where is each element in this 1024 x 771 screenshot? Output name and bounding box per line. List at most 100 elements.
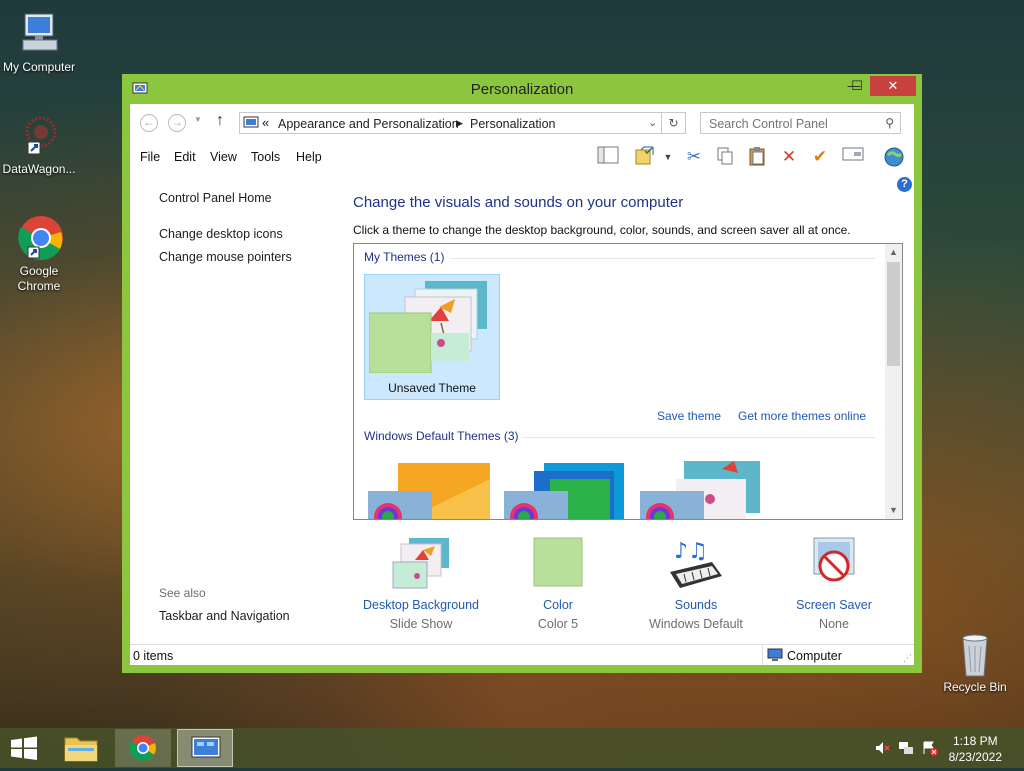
checkmark-icon[interactable]: ✔ (808, 146, 832, 168)
setting-label[interactable]: Color (493, 598, 623, 612)
breadcrumb-personalization[interactable]: Personalization (470, 117, 555, 131)
address-dropdown-icon[interactable]: ⌄ (648, 116, 657, 129)
desktop-icon-recycle-bin[interactable]: Recycle Bin (936, 630, 1014, 695)
up-button[interactable]: ↑ (216, 112, 224, 130)
windows-default-themes-header[interactable]: Windows Default Themes (3) (364, 429, 519, 443)
action-center-icon[interactable] (922, 740, 938, 759)
rename-icon[interactable] (841, 146, 865, 168)
menu-file[interactable]: File (140, 150, 160, 164)
menu-help[interactable]: Help (296, 150, 322, 164)
theme-unsaved[interactable]: Unsaved Theme (364, 274, 500, 400)
close-button[interactable]: ✕ (870, 76, 916, 96)
setting-value: Windows Default (649, 617, 743, 631)
sounds-icon: ♪♫ (664, 536, 728, 594)
clock-time: 1:18 PM (952, 734, 998, 748)
window-client: ← → ▼ ↑ « Appearance and Personalization… (130, 104, 914, 665)
status-divider (762, 645, 763, 665)
delete-icon[interactable]: ✕ (777, 146, 801, 168)
back-arrow-icon: ← (143, 115, 155, 129)
page-description: Click a theme to change the desktop back… (353, 223, 851, 237)
theme-list-scrollbar[interactable]: ▲ ▼ (885, 244, 902, 519)
save-theme-link[interactable]: Save theme (657, 409, 721, 423)
theme-flowers[interactable] (640, 459, 764, 519)
recycle-bin-icon (951, 630, 999, 678)
setting-label[interactable]: Sounds (631, 598, 761, 612)
menu-view[interactable]: View (210, 150, 237, 164)
address-row: ← → ▼ ↑ « Appearance and Personalization… (130, 104, 914, 142)
color-swatch-icon (526, 536, 590, 594)
setting-value: Color 5 (537, 617, 579, 631)
layout-pane-icon[interactable] (596, 146, 620, 168)
properties-dropdown-icon[interactable]: ▼ (656, 146, 680, 168)
left-pane: Control Panel Home Change desktop icons … (130, 170, 340, 645)
my-themes-header[interactable]: My Themes (1) (364, 250, 444, 264)
desktop-icon-google-chrome[interactable]: Google Chrome (0, 214, 78, 294)
menu-tools[interactable]: Tools (251, 150, 280, 164)
sounds-setting[interactable]: ♪♫ Sounds Windows Default (631, 536, 761, 631)
control-panel-home-link[interactable]: Control Panel Home (159, 191, 272, 205)
theme-label: Unsaved Theme (388, 381, 476, 395)
color-setting[interactable]: Color Color 5 (493, 536, 623, 631)
svg-text:♪♫: ♪♫ (674, 539, 708, 564)
search-box[interactable]: ⚲ (700, 112, 901, 134)
windows-logo-icon (11, 736, 37, 760)
globe-icon[interactable] (882, 146, 906, 168)
theme-thumbnail (640, 461, 760, 519)
change-mouse-pointers-link[interactable]: Change mouse pointers (159, 250, 292, 264)
theme-lines-and-colors[interactable] (504, 459, 628, 519)
refresh-icon: ↻ (668, 116, 679, 130)
desktop-background-setting[interactable]: Desktop Background Slide Show (356, 536, 486, 631)
setting-label[interactable]: Desktop Background (356, 598, 486, 612)
status-location: Computer (787, 649, 842, 663)
menu-edit[interactable]: Edit (174, 150, 196, 164)
screen-saver-setting[interactable]: Screen Saver None (769, 536, 899, 631)
copy-icon[interactable] (713, 146, 737, 168)
search-icon[interactable]: ⚲ (885, 116, 894, 130)
title-bar[interactable]: Personalization — ☐ ✕ (122, 74, 922, 104)
page-heading: Change the visuals and sounds on your co… (353, 194, 684, 211)
setting-label[interactable]: Screen Saver (769, 598, 899, 612)
start-button[interactable] (0, 728, 48, 768)
get-more-themes-link[interactable]: Get more themes online (738, 409, 866, 423)
scroll-thumb[interactable] (887, 262, 900, 366)
recent-locations-dropdown[interactable]: ▼ (194, 115, 202, 124)
forward-button[interactable]: → (168, 114, 186, 132)
taskbar-control-panel[interactable] (177, 729, 233, 767)
address-bar[interactable]: « Appearance and Personalization ▶ Perso… (239, 112, 662, 134)
desktop-icon-label: My Computer (2, 60, 76, 74)
chevron-down-icon: ▼ (194, 115, 202, 124)
properties-icon[interactable] (632, 146, 656, 168)
help-icon[interactable]: ? (897, 177, 912, 192)
folder-icon (64, 737, 98, 762)
desktop-icon-label: Recycle Bin (943, 680, 1007, 694)
desktop-icon-label: Google Chrome (17, 264, 61, 293)
back-button[interactable]: ← (140, 114, 158, 132)
search-input[interactable] (707, 115, 876, 133)
computer-icon (15, 10, 63, 58)
network-icon[interactable] (898, 740, 914, 759)
chrome-icon (129, 735, 156, 761)
volume-muted-icon[interactable] (874, 740, 890, 759)
theme-windows[interactable] (368, 459, 492, 519)
chrome-icon (15, 214, 63, 262)
clock[interactable]: 1:18 PM 8/23/2022 (949, 733, 1002, 765)
desktop-icon-my-computer[interactable]: My Computer (0, 10, 78, 75)
scroll-down-icon[interactable]: ▼ (885, 505, 902, 515)
see-also-label: See also (159, 586, 206, 600)
taskbar-chrome[interactable] (115, 729, 171, 767)
taskbar-and-navigation-link[interactable]: Taskbar and Navigation (159, 609, 290, 623)
refresh-button[interactable]: ↻ (662, 112, 686, 134)
change-desktop-icons-link[interactable]: Change desktop icons (159, 227, 283, 241)
desktop-icon-label: DataWagon... (2, 162, 76, 176)
theme-list[interactable]: My Themes (1) Unsaved Theme Save theme G… (353, 243, 903, 520)
address-overflow[interactable]: « (262, 115, 269, 130)
cut-icon[interactable]: ✂ (682, 146, 706, 168)
breadcrumb-appearance[interactable]: Appearance and Personalization (278, 117, 459, 131)
taskbar-file-explorer[interactable] (53, 729, 109, 767)
maximize-button[interactable]: ☐ (843, 76, 871, 96)
paste-icon[interactable] (745, 146, 769, 168)
resize-grip-icon[interactable]: ⋰ (903, 653, 912, 664)
desktop-icon-datawagon[interactable]: DataWagon... (0, 112, 78, 177)
status-bar: 0 items Computer ⋰ (130, 644, 914, 665)
scroll-up-icon[interactable]: ▲ (885, 247, 902, 257)
